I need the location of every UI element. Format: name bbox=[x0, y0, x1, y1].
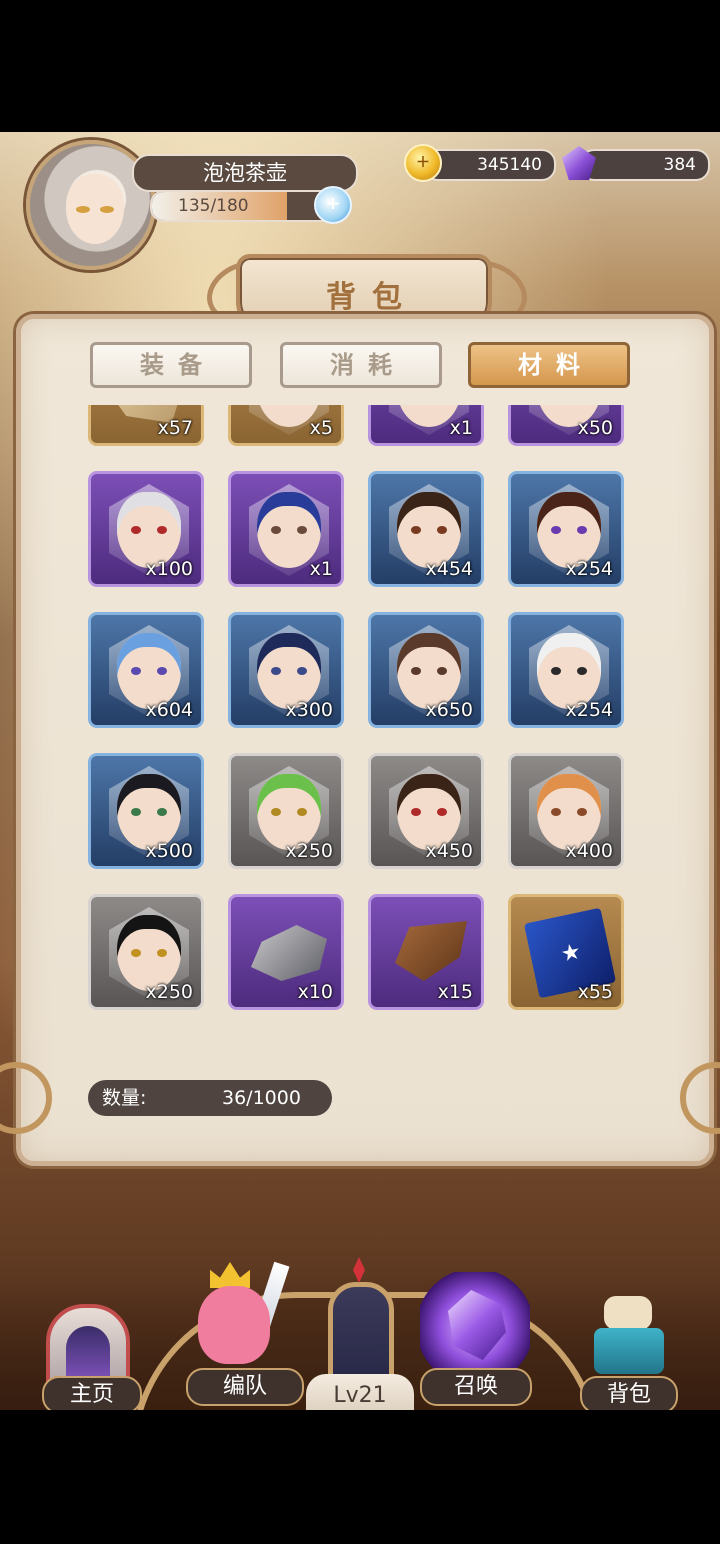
item-quantity: x10 bbox=[297, 981, 333, 1003]
item-quantity: x55 bbox=[577, 981, 613, 1003]
tab-consumables[interactable]: 消耗 bbox=[280, 342, 442, 388]
item-slot[interactable]: x250 bbox=[228, 753, 344, 869]
add-stamina-button[interactable]: + bbox=[314, 186, 352, 224]
avatar-eye-left bbox=[76, 206, 90, 213]
item-quantity: x450 bbox=[425, 840, 473, 862]
bag-box bbox=[594, 1328, 664, 1374]
item-quantity: x400 bbox=[565, 840, 613, 862]
item-quantity: x1 bbox=[449, 417, 473, 439]
item-slot[interactable]: x300 bbox=[228, 612, 344, 728]
item-slot[interactable]: x250 bbox=[88, 894, 204, 1010]
item-quantity: x250 bbox=[285, 840, 333, 862]
item-quantity: x254 bbox=[565, 699, 613, 721]
gold-amount: 345140 bbox=[424, 149, 556, 181]
item-quantity: x57 bbox=[157, 417, 193, 439]
item-quantity: x650 bbox=[425, 699, 473, 721]
crystal-shape bbox=[448, 1290, 506, 1360]
nav-team-button[interactable]: 编队 bbox=[186, 1368, 304, 1406]
character-shard-icon bbox=[257, 633, 321, 709]
item-slot[interactable]: x1 bbox=[228, 471, 344, 587]
log-icon bbox=[395, 921, 467, 981]
tab-materials[interactable]: 材料 bbox=[468, 342, 630, 388]
character-shard-icon bbox=[537, 633, 601, 709]
page-title: 背包 bbox=[326, 280, 418, 315]
character-shard-icon bbox=[117, 492, 181, 568]
item-slot[interactable]: x100 bbox=[88, 471, 204, 587]
item-slot[interactable]: x400 bbox=[508, 753, 624, 869]
avatar-face bbox=[66, 174, 124, 244]
inventory-count-label: 数量: bbox=[102, 1087, 147, 1109]
chibi-head bbox=[198, 1286, 270, 1364]
summon-crystal-icon[interactable] bbox=[420, 1272, 530, 1382]
item-quantity: x1 bbox=[309, 558, 333, 580]
bag-scroll bbox=[604, 1296, 652, 1330]
star-icon: ★ bbox=[558, 939, 584, 968]
item-slot[interactable]: x454 bbox=[368, 471, 484, 587]
item-slot[interactable]: x5 bbox=[228, 405, 344, 446]
character-shard-icon bbox=[537, 774, 601, 850]
item-slot[interactable]: x604 bbox=[88, 612, 204, 728]
item-quantity: x100 bbox=[145, 558, 193, 580]
item-quantity: x15 bbox=[437, 981, 473, 1003]
character-shard-icon bbox=[397, 633, 461, 709]
stamina-bar: 135/180 bbox=[150, 190, 334, 222]
stamina-text: 135/180 bbox=[178, 196, 249, 216]
character-shard-icon bbox=[117, 633, 181, 709]
character-shard-icon bbox=[117, 774, 181, 850]
character-shard-icon bbox=[537, 492, 601, 568]
item-slot[interactable]: x450 bbox=[368, 753, 484, 869]
item-quantity: x454 bbox=[425, 558, 473, 580]
item-slot[interactable]: ★ x55 bbox=[508, 894, 624, 1010]
gem-amount: 384 bbox=[580, 149, 710, 181]
item-grid-viewport[interactable]: x57 x5 x1 x50 x100 x1 x454 x254 x604 x300 x650 x254… bbox=[80, 405, 640, 1055]
player-name: 泡泡茶壶 bbox=[132, 154, 358, 192]
character-shard-icon bbox=[257, 492, 321, 568]
nav-bag-button[interactable]: 背包 bbox=[580, 1376, 678, 1410]
inventory-count-value: 36/1000 bbox=[222, 1087, 301, 1109]
item-slot[interactable]: x57 bbox=[88, 405, 204, 446]
item-slot[interactable]: x15 bbox=[368, 894, 484, 1010]
bag-chest-icon[interactable] bbox=[590, 1292, 668, 1382]
item-slot[interactable]: x650 bbox=[368, 612, 484, 728]
tab-equipment[interactable]: 装备 bbox=[90, 342, 252, 388]
item-quantity: x604 bbox=[145, 699, 193, 721]
character-shard-icon bbox=[397, 492, 461, 568]
item-slot[interactable]: x1 bbox=[368, 405, 484, 446]
player-level: Lv21 bbox=[306, 1374, 414, 1410]
crown-icon bbox=[210, 1262, 250, 1288]
nav-summon-button[interactable]: 召唤 bbox=[420, 1368, 532, 1406]
item-quantity: x50 bbox=[577, 417, 613, 439]
character-shard-icon bbox=[257, 774, 321, 850]
item-quantity: x254 bbox=[565, 558, 613, 580]
item-quantity: x250 bbox=[145, 981, 193, 1003]
nav-home-button[interactable]: 主页 bbox=[42, 1376, 142, 1410]
character-shard-icon bbox=[117, 915, 181, 991]
character-shard-icon bbox=[397, 774, 461, 850]
item-slot[interactable]: x254 bbox=[508, 612, 624, 728]
inventory-count: 数量: 36/1000 bbox=[88, 1080, 332, 1116]
gold-coin-icon[interactable]: ＋ bbox=[404, 144, 442, 182]
game-screen: 泡泡茶壶 135/180 + 345140 ＋ 384 背包 装备 消耗 材料 … bbox=[0, 132, 720, 1410]
item-slot[interactable]: x254 bbox=[508, 471, 624, 587]
stone-icon bbox=[251, 925, 327, 981]
avatar-eye-right bbox=[100, 206, 114, 213]
item-slot[interactable]: x50 bbox=[508, 405, 624, 446]
item-quantity: x5 bbox=[309, 417, 333, 439]
item-slot[interactable]: x500 bbox=[88, 753, 204, 869]
item-slot[interactable]: x10 bbox=[228, 894, 344, 1010]
item-quantity: x500 bbox=[145, 840, 193, 862]
item-quantity: x300 bbox=[285, 699, 333, 721]
